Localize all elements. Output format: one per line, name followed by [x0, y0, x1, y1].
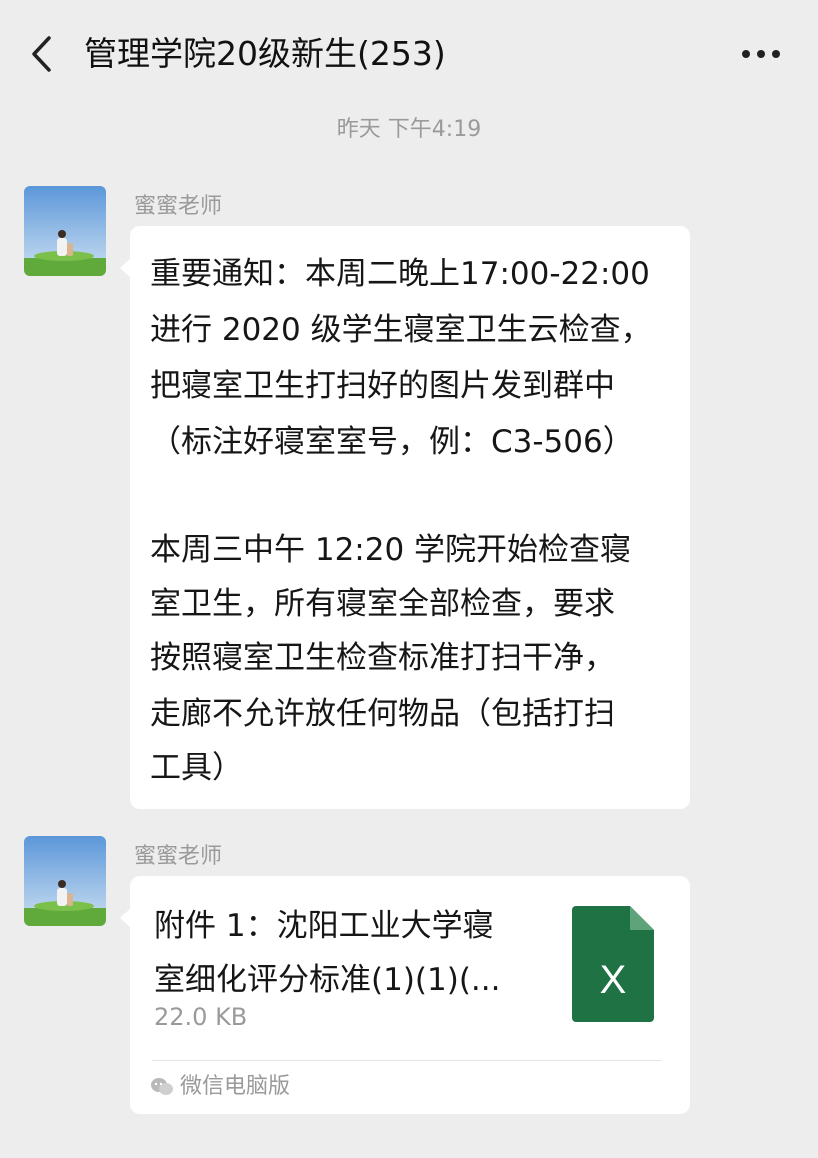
- bubble-tail: [120, 908, 131, 928]
- file-source-label: 微信电脑版: [180, 1074, 291, 1099]
- avatar[interactable]: [24, 186, 106, 276]
- chevron-left-icon: [32, 36, 51, 72]
- excel-file-icon[interactable]: X: [572, 906, 654, 1022]
- file-name-line: 室细化评分标准(1)(1)(...: [154, 962, 501, 998]
- message-text-line: 本周三中午 12:20 学院开始检查寝: [150, 532, 632, 568]
- file-message-card[interactable]: 附件 1：沈阳工业大学寝 室细化评分标准(1)(1)(... 22.0 KB X…: [120, 876, 690, 1114]
- message-text-line: 重要通知：本周二晚上17:00-22:00: [150, 256, 650, 292]
- message-text-line: （标注好寝室室号，例：C3-506）: [150, 424, 634, 460]
- divider: [152, 1060, 662, 1061]
- message-text-line: 室卫生，所有寝室全部检查，要求: [150, 586, 615, 622]
- file-size: 22.0 KB: [154, 1003, 248, 1031]
- message-text-line: 进行 2020 级学生寝室卫生云检查，: [150, 312, 652, 348]
- bubble-tail: [120, 258, 131, 278]
- message-text-line: 按照寝室卫生检查标准打扫干净，: [150, 640, 615, 676]
- more-dots-icon: [742, 50, 780, 58]
- timestamp: 昨天 下午4:19: [336, 117, 482, 142]
- avatar[interactable]: [24, 836, 106, 926]
- more-button[interactable]: [736, 36, 786, 72]
- chat-title: 管理学院20级新生(253): [84, 34, 446, 73]
- message-bubble[interactable]: 重要通知：本周二晚上17:00-22:00 进行 2020 级学生寝室卫生云检查…: [120, 226, 690, 809]
- wechat-icon: [150, 1077, 174, 1097]
- message-text-line: 把寝室卫生打扫好的图片发到群中: [150, 368, 615, 404]
- message-text-line: 走廊不允许放任何物品（包括打扫: [150, 696, 615, 732]
- sender-name: 蜜蜜老师: [134, 194, 223, 219]
- back-button[interactable]: [24, 32, 64, 76]
- excel-icon-letter: X: [600, 958, 627, 1002]
- avatar-photo: [24, 836, 106, 926]
- sender-name: 蜜蜜老师: [134, 844, 223, 869]
- chat-header: 管理学院20级新生(253): [0, 0, 818, 108]
- message-text-line: 工具）: [150, 750, 243, 786]
- file-name-line: 附件 1：沈阳工业大学寝: [154, 908, 494, 944]
- avatar-photo: [24, 186, 106, 276]
